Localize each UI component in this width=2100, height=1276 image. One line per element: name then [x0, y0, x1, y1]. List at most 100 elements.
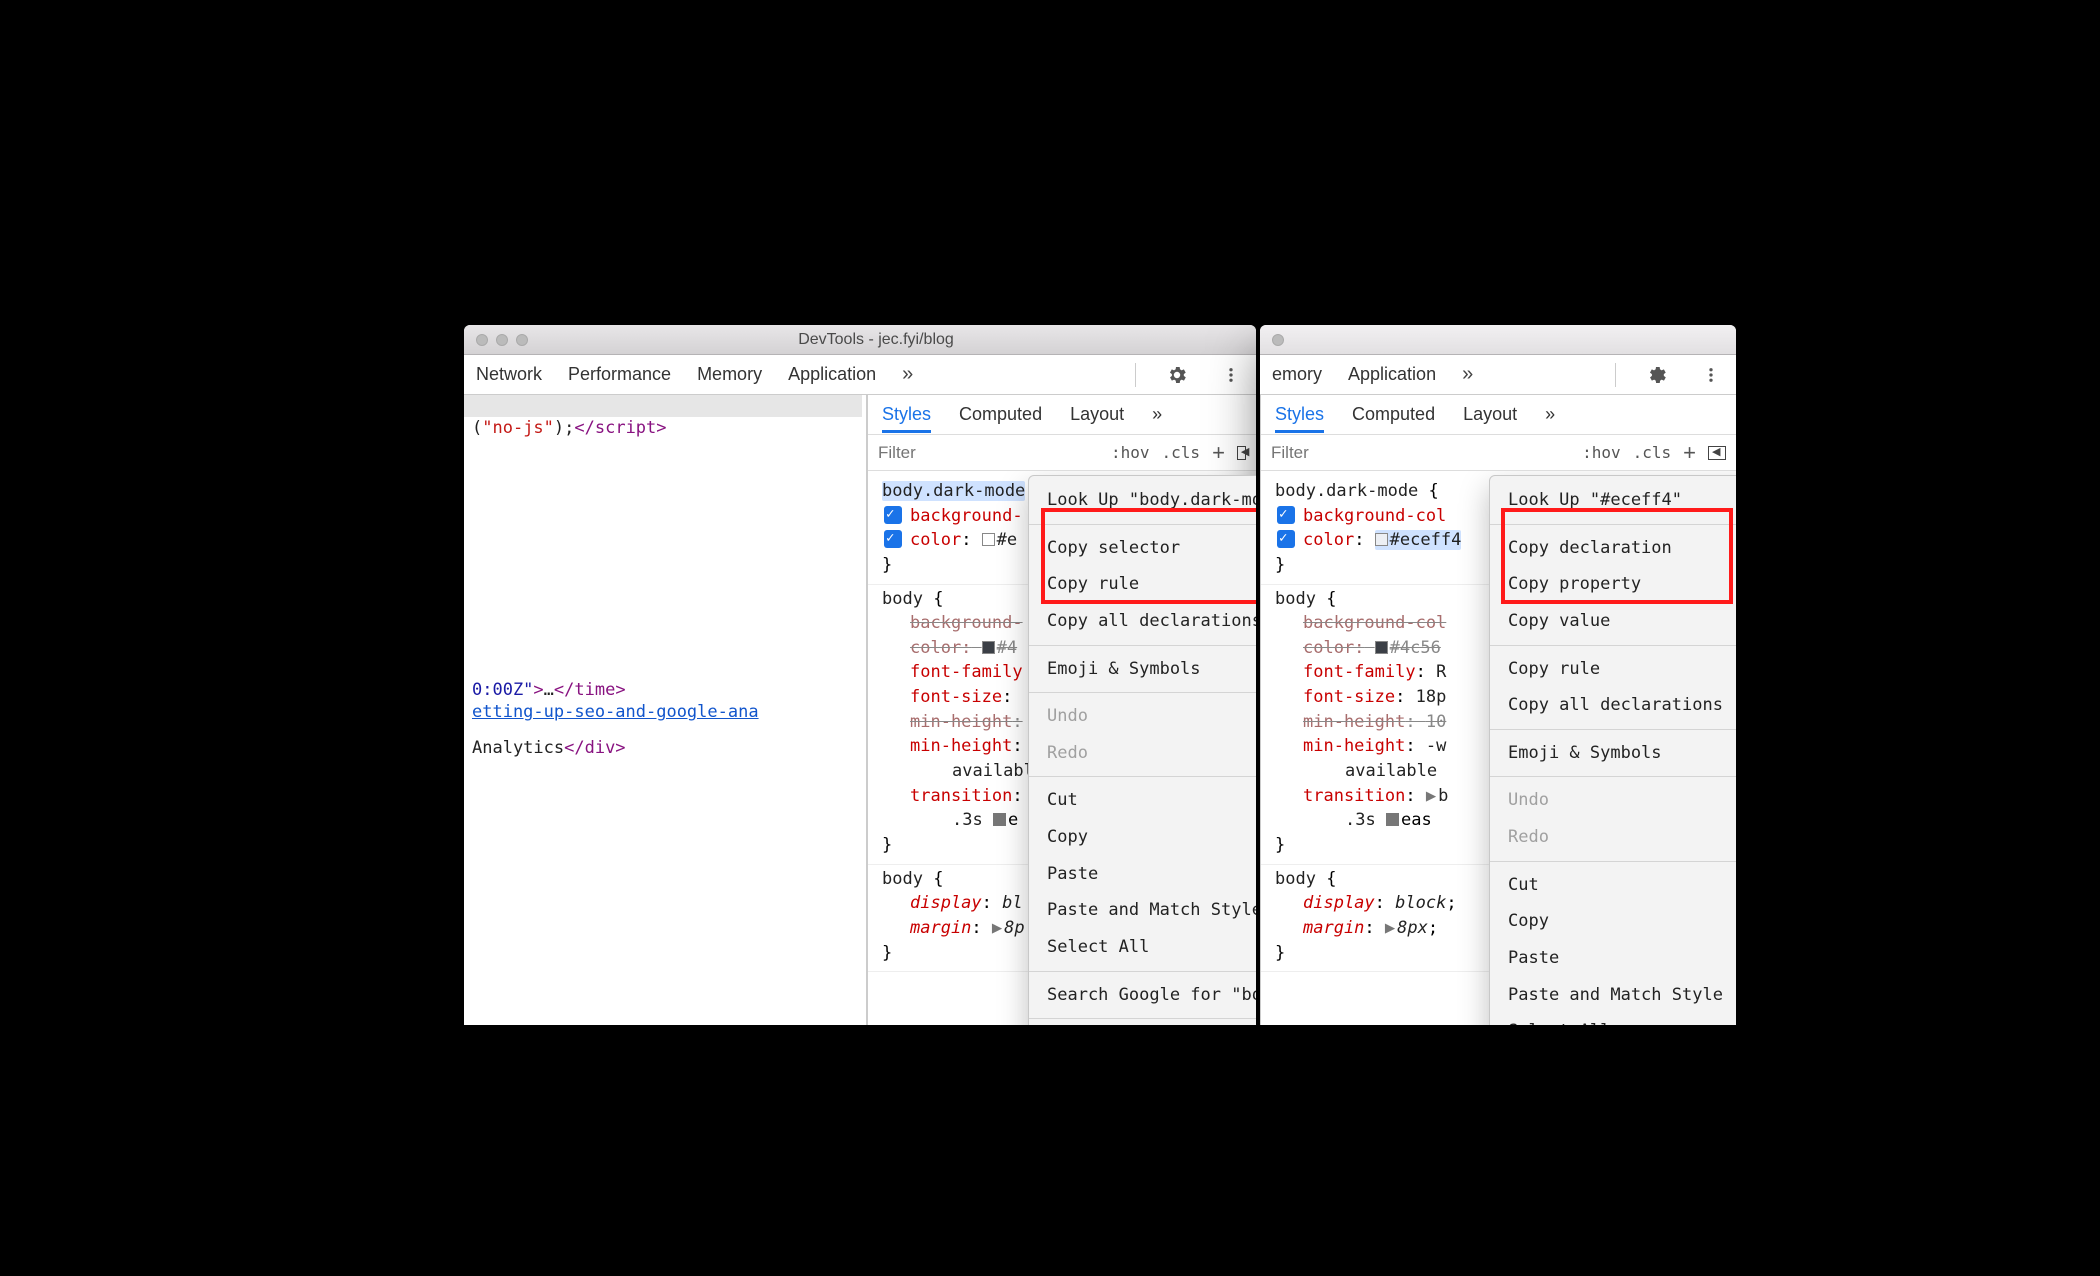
devtools-panel-tabs: emory Application »	[1260, 355, 1736, 395]
ctx-copy[interactable]: Copy	[1490, 903, 1736, 940]
styles-rules: blog:1 body.dark-mode { background-col c…	[1261, 471, 1736, 1025]
styles-pane: Styles Computed Layout » :hov .cls + blo…	[867, 395, 1256, 1025]
hov-toggle[interactable]: :hov	[1111, 443, 1150, 462]
styles-filter-input[interactable]	[878, 443, 1099, 463]
ctx-undo: Undo	[1490, 782, 1736, 819]
tab-layout[interactable]: Layout	[1070, 404, 1124, 425]
more-tabs-icon[interactable]: »	[902, 363, 913, 386]
styles-filterbar: :hov .cls +	[868, 435, 1256, 471]
ctx-copy-value[interactable]: Copy value	[1490, 603, 1736, 640]
gear-icon[interactable]	[1642, 360, 1672, 390]
css-selector[interactable]: body.dark-mode	[882, 481, 1025, 501]
cls-toggle[interactable]: .cls	[1633, 443, 1672, 462]
ctx-copy-all-decls[interactable]: Copy all declarations	[1490, 687, 1736, 724]
source-line[interactable]: Analytics</div>	[464, 737, 862, 759]
ctx-emoji[interactable]: Emoji & Symbols	[1029, 651, 1256, 688]
window-titlebar: DevTools - jec.fyi/blog	[464, 325, 1256, 355]
ctx-paste[interactable]: Paste	[1029, 856, 1256, 893]
ctx-copy-all-decls[interactable]: Copy all declarations	[1029, 603, 1256, 640]
ctx-paste[interactable]: Paste	[1490, 940, 1736, 977]
ctx-lookup[interactable]: Look Up "#eceff4"	[1490, 482, 1736, 519]
ctx-redo: Redo	[1029, 735, 1256, 772]
close-dot[interactable]	[476, 334, 488, 346]
hov-toggle[interactable]: :hov	[1582, 443, 1621, 462]
color-swatch-icon[interactable]	[982, 641, 995, 654]
ctx-copy-selector[interactable]: Copy selector	[1029, 530, 1256, 567]
zoom-dot[interactable]	[516, 334, 528, 346]
tab-computed[interactable]: Computed	[959, 404, 1042, 425]
more-tabs-icon[interactable]: »	[1545, 404, 1555, 425]
tab-memory-fragment[interactable]: emory	[1272, 364, 1322, 385]
styles-tabs: Styles Computed Layout »	[1261, 395, 1736, 435]
tab-styles[interactable]: Styles	[1275, 404, 1324, 433]
context-menu: Look Up "body.dark-mode" Copy selector C…	[1028, 475, 1256, 1025]
color-swatch-icon[interactable]	[1375, 533, 1388, 546]
css-selector[interactable]: body	[1275, 589, 1316, 609]
divider	[1615, 363, 1616, 387]
add-icon[interactable]: +	[1683, 442, 1696, 464]
ctx-paste-match-style[interactable]: Paste and Match Style	[1490, 977, 1736, 1014]
tab-computed[interactable]: Computed	[1352, 404, 1435, 425]
more-tabs-icon[interactable]: »	[1462, 363, 1473, 386]
source-line[interactable]: 0:00Z">…</time>	[464, 679, 862, 701]
styles-pane: Styles Computed Layout » :hov .cls + blo…	[1260, 395, 1736, 1025]
css-selector[interactable]: body	[882, 869, 923, 889]
ctx-cut[interactable]: Cut	[1490, 867, 1736, 904]
gear-icon[interactable]	[1162, 360, 1192, 390]
ctx-copy[interactable]: Copy	[1029, 819, 1256, 856]
divider	[1135, 363, 1136, 387]
ctx-copy-rule[interactable]: Copy rule	[1490, 651, 1736, 688]
tab-application[interactable]: Application	[1348, 364, 1436, 385]
ctx-copy-rule[interactable]: Copy rule	[1029, 566, 1256, 603]
cls-toggle[interactable]: .cls	[1162, 443, 1201, 462]
traffic-lights[interactable]	[476, 334, 528, 346]
tab-network[interactable]: Network	[476, 364, 542, 385]
checkbox-icon[interactable]	[884, 530, 902, 548]
checkbox-icon[interactable]	[884, 506, 902, 524]
add-icon[interactable]: +	[1212, 442, 1225, 464]
ctx-select-all[interactable]: Select All	[1029, 929, 1256, 966]
ctx-lookup[interactable]: Look Up "body.dark-mode"	[1029, 482, 1256, 519]
easing-icon[interactable]	[993, 813, 1006, 826]
checkbox-icon[interactable]	[1277, 530, 1295, 548]
tab-styles[interactable]: Styles	[882, 404, 931, 433]
color-swatch-icon[interactable]	[982, 533, 995, 546]
styles-filter-input[interactable]	[1271, 443, 1570, 463]
checkbox-icon[interactable]	[1277, 506, 1295, 524]
more-vertical-icon[interactable]	[1698, 360, 1724, 390]
ctx-emoji[interactable]: Emoji & Symbols	[1490, 735, 1736, 772]
ctx-language-settings[interactable]: Language Settings	[1029, 1024, 1256, 1025]
panel-toggle-icon[interactable]	[1237, 446, 1246, 460]
close-dot[interactable]	[1272, 334, 1284, 346]
css-selector[interactable]: body.dark-mode	[1275, 481, 1418, 501]
ctx-copy-property[interactable]: Copy property	[1490, 566, 1736, 603]
devtools-window-right: emory Application » Styles Computed Layo…	[1260, 325, 1736, 1025]
traffic-lights[interactable]	[1272, 334, 1284, 346]
ctx-select-all[interactable]: Select All	[1490, 1013, 1736, 1025]
ctx-search-google[interactable]: Search Google for "body.da	[1029, 977, 1256, 1014]
tab-layout[interactable]: Layout	[1463, 404, 1517, 425]
styles-rules: blog:1 body.dark-mode { background- colo…	[868, 471, 1256, 1025]
ctx-cut[interactable]: Cut	[1029, 782, 1256, 819]
window-title: DevTools - jec.fyi/blog	[536, 331, 1256, 349]
panel-toggle-icon[interactable]	[1708, 446, 1726, 460]
more-tabs-icon[interactable]: »	[1152, 404, 1162, 425]
tab-memory[interactable]: Memory	[697, 364, 762, 385]
elements-source-pane: ("no-js");</script> 0:00Z">…</time> etti…	[464, 395, 867, 1025]
tab-performance[interactable]: Performance	[568, 364, 671, 385]
css-selector[interactable]: body	[1275, 869, 1316, 889]
styles-filterbar: :hov .cls +	[1261, 435, 1736, 471]
more-vertical-icon[interactable]	[1218, 360, 1244, 390]
ctx-paste-match-style[interactable]: Paste and Match Style	[1029, 892, 1256, 929]
ctx-copy-declaration[interactable]: Copy declaration	[1490, 530, 1736, 567]
ctx-undo: Undo	[1029, 698, 1256, 735]
color-swatch-icon[interactable]	[1375, 641, 1388, 654]
source-line[interactable]: etting-up-seo-and-google-ana	[464, 701, 862, 723]
easing-icon[interactable]	[1386, 813, 1399, 826]
source-line[interactable]: ("no-js");</script>	[464, 417, 862, 439]
css-selector[interactable]: body	[882, 589, 923, 609]
tab-application[interactable]: Application	[788, 364, 876, 385]
selected-dom-node[interactable]	[464, 395, 862, 417]
styles-tabs: Styles Computed Layout »	[868, 395, 1256, 435]
minimize-dot[interactable]	[496, 334, 508, 346]
